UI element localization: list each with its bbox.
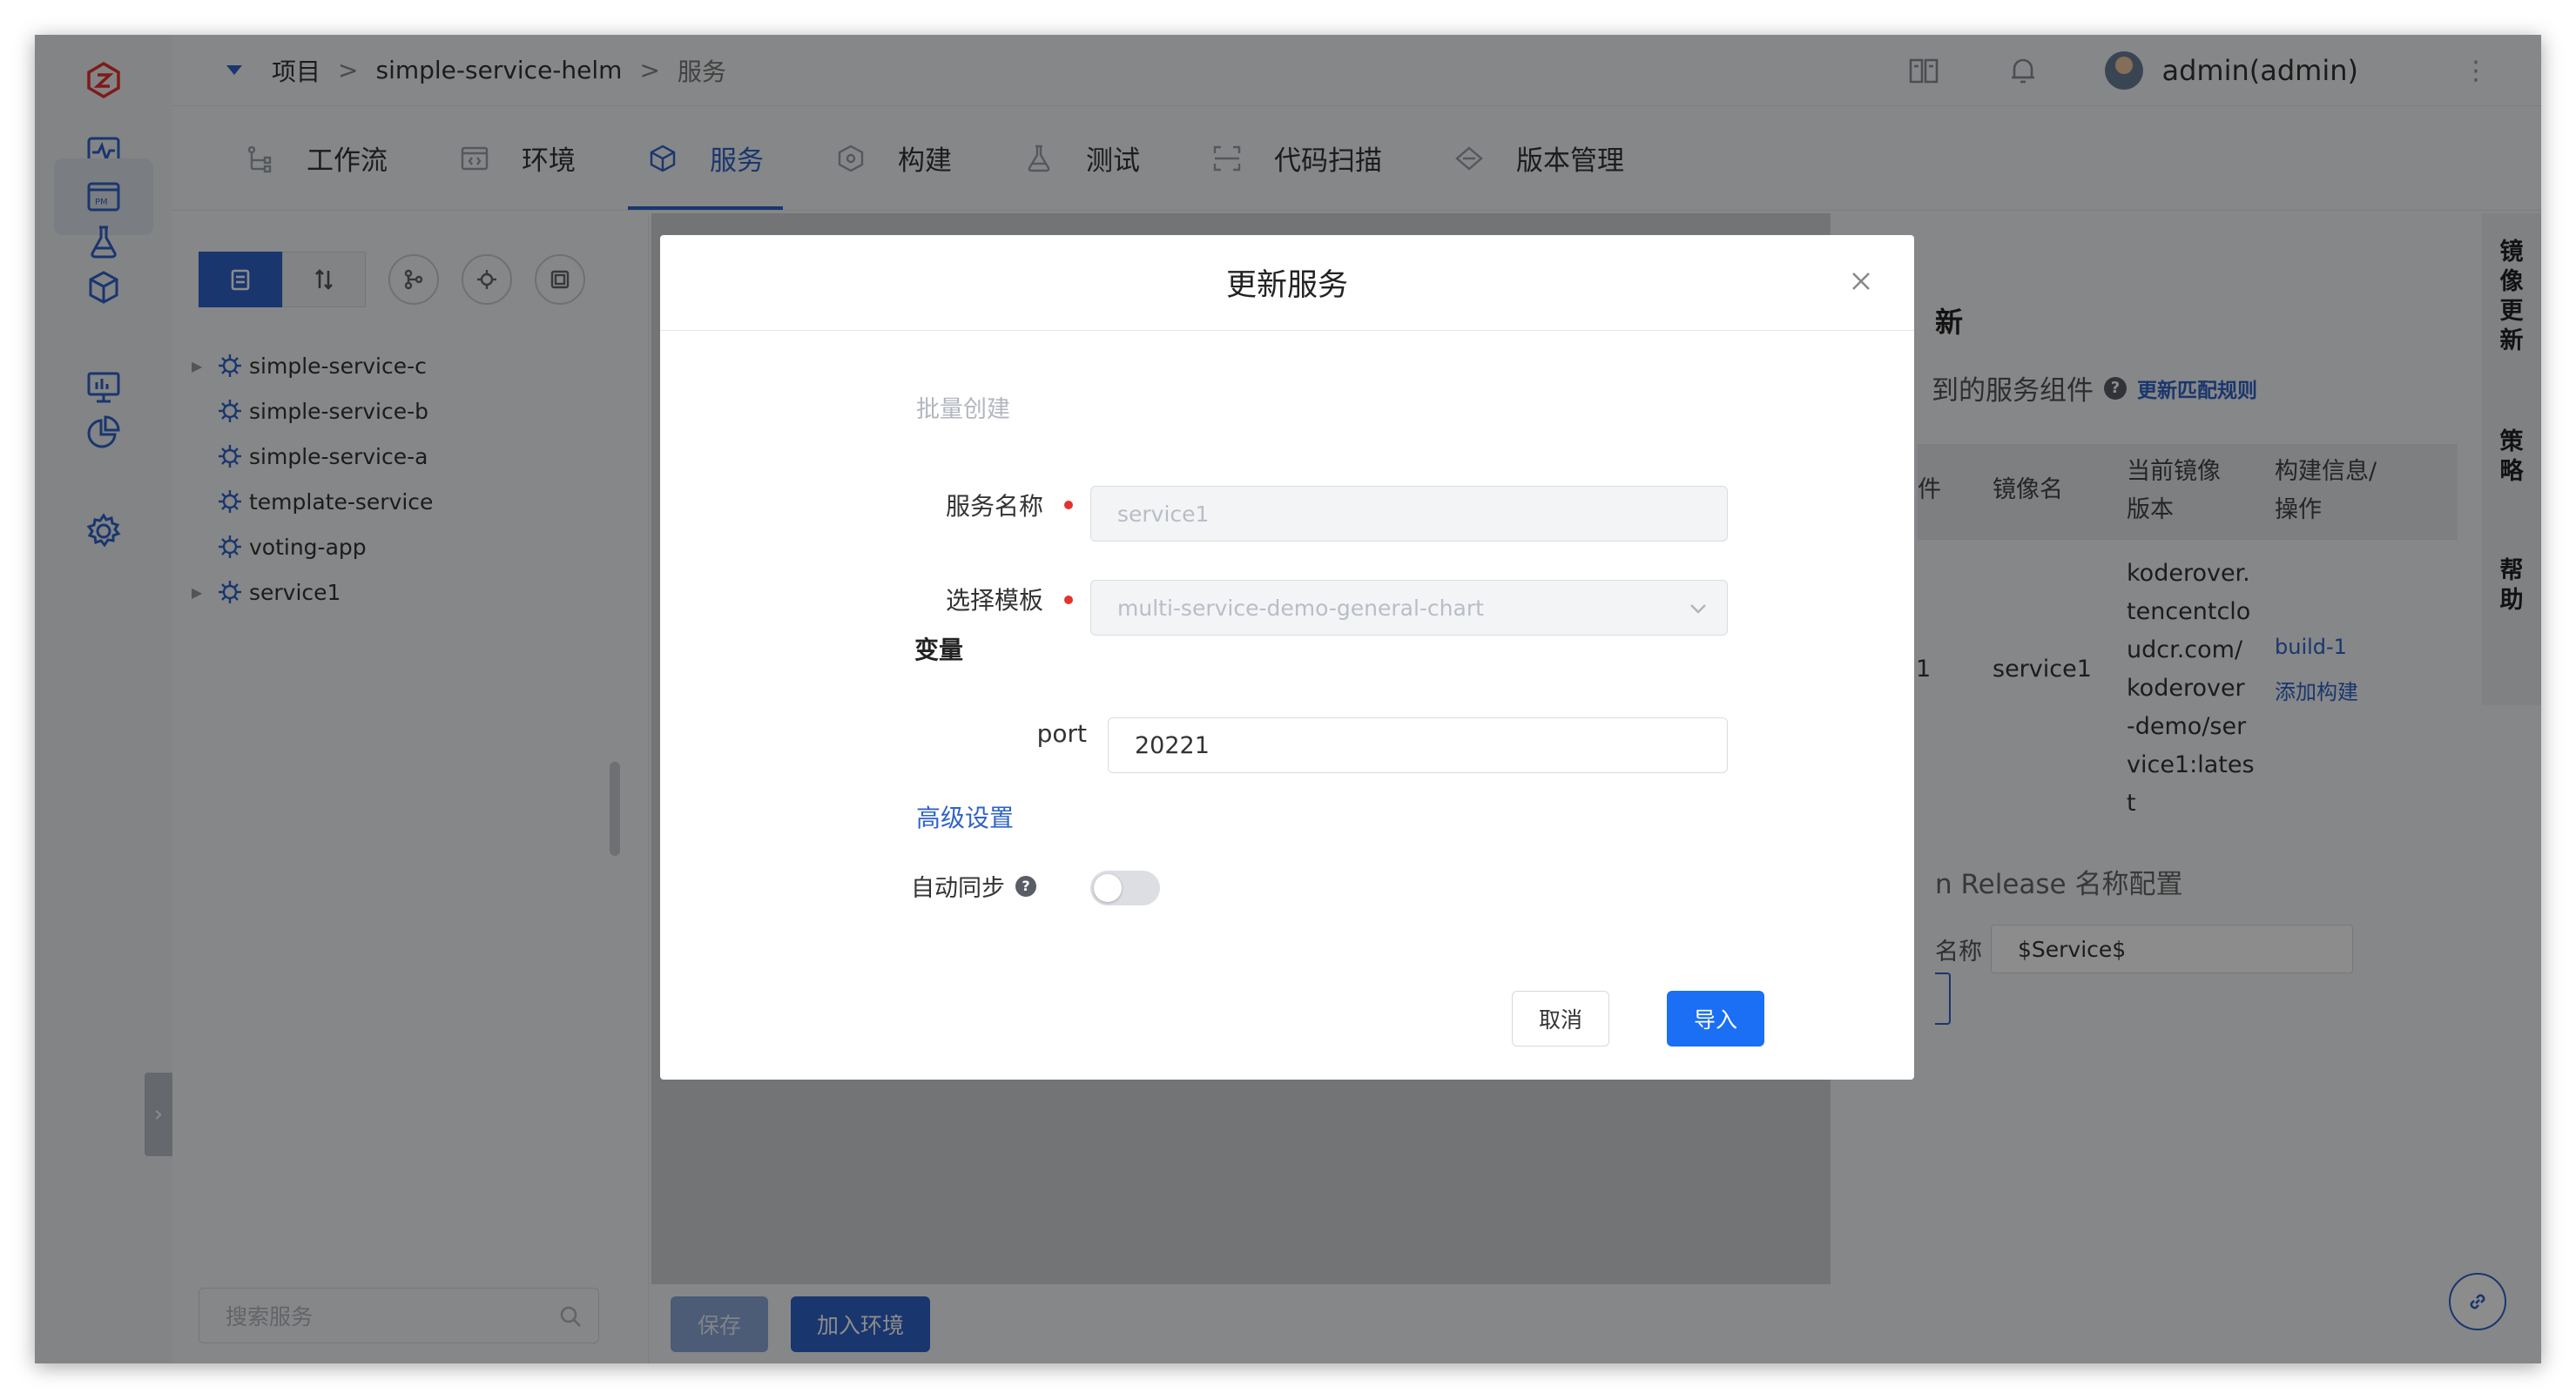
batch-create-label[interactable]: 批量创建 bbox=[916, 390, 1010, 424]
auto-sync-toggle[interactable] bbox=[1090, 871, 1160, 905]
template-label: 选择模板 bbox=[945, 586, 1043, 615]
dialog-title: 更新服务 bbox=[1225, 268, 1348, 303]
chevron-down-icon bbox=[1689, 598, 1708, 617]
app-window: PM › 项目 > simple-service-helm > 服务 admin… bbox=[35, 35, 2541, 1363]
required-marker bbox=[1064, 501, 1073, 509]
close-icon[interactable] bbox=[1848, 268, 1874, 294]
import-button[interactable]: 导入 bbox=[1667, 991, 1764, 1047]
template-select[interactable]: multi-service-demo-general-chart bbox=[1090, 580, 1728, 636]
update-service-dialog: 更新服务 批量创建 服务名称 service1 选择模板 multi-servi… bbox=[660, 235, 1914, 1080]
auto-sync-label: 自动同步 ? bbox=[911, 869, 1047, 903]
template-select-value: multi-service-demo-general-chart bbox=[1117, 595, 1484, 621]
variables-heading: 变量 bbox=[914, 636, 964, 664]
port-input[interactable]: 20221 bbox=[1108, 717, 1728, 773]
service-name-label: 服务名称 bbox=[945, 492, 1043, 521]
service-name-field[interactable]: service1 bbox=[1090, 486, 1728, 542]
help-question-icon[interactable]: ? bbox=[1015, 875, 1036, 897]
port-label: port bbox=[1036, 719, 1087, 748]
advanced-settings-link[interactable]: 高级设置 bbox=[916, 799, 1014, 834]
cancel-button[interactable]: 取消 bbox=[1512, 991, 1609, 1047]
auto-sync-text: 自动同步 bbox=[911, 875, 1005, 902]
required-marker bbox=[1064, 596, 1073, 604]
dialog-header: 更新服务 bbox=[660, 235, 1914, 331]
